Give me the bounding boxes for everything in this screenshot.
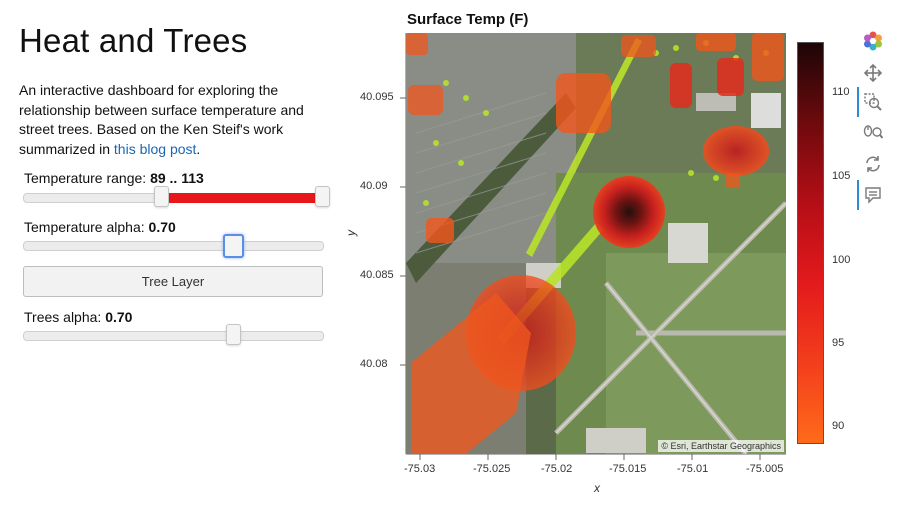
temperature-range-slider[interactable] [23,186,330,207]
page-title: Heat and Trees [19,22,248,59]
heat-hotspot [411,293,531,454]
tree-layer-button[interactable]: Tree Layer [23,266,323,297]
temperature-range-label: Temperature range: 89 .. 113 [24,170,204,186]
heat-hotspot [670,63,692,108]
temperature-range-value: 89 .. 113 [150,170,204,186]
trees-alpha-label: Trees alpha: 0.70 [24,309,133,325]
colorbar-tick: 110 [832,86,850,98]
x-tick-label: -75.005 [746,463,784,475]
y-axis-label: y [344,230,358,236]
heat-hotspot [408,85,443,115]
y-tick-label: 40.09 [360,180,388,192]
temperature-alpha-value: 0.70 [148,219,176,235]
plot-title: Surface Temp (F) [407,11,529,28]
heat-hotspot [703,126,769,176]
heat-hotspot [696,33,736,51]
hover-icon[interactable] [863,185,883,205]
blog-post-link[interactable]: this blog post [114,141,197,157]
colorbar-tick: 105 [832,170,851,182]
trees-alpha-handle[interactable] [226,324,241,345]
control-panel: Heat and Trees An interactive dashboard … [0,0,345,510]
temperature-range-low-handle[interactable] [154,186,169,207]
description-end: . [196,140,201,157]
active-tool-indicator [857,180,859,210]
active-tool-indicator [857,87,859,117]
temperature-range-high-handle[interactable] [315,186,330,207]
x-tick-label: -75.02 [541,463,573,475]
temperature-heatmap [406,33,784,454]
heat-hotspot [717,58,744,96]
map-attribution[interactable]: © Esri, Earthstar Geographics [658,440,784,452]
wheel-zoom-icon[interactable] [863,123,883,143]
x-tick-label: -75.015 [609,463,647,475]
colorbar-tick: 95 [832,337,845,349]
map-plot[interactable]: © Esri, Earthstar Geographics [406,33,786,454]
heat-hotspot [556,73,611,133]
heat-hotspot [593,176,665,248]
description: An interactive dashboard for exploring t… [19,81,339,159]
reset-icon[interactable] [863,154,883,174]
box-zoom-icon[interactable] [863,92,883,112]
x-axis-label: x [594,481,600,495]
colorbar-tick: 100 [832,254,851,266]
heat-hotspot [426,218,454,243]
heat-hotspot [621,35,656,57]
temperature-alpha-handle[interactable] [223,234,244,258]
heat-hotspot [752,33,784,81]
x-tick-label: -75.025 [473,463,511,475]
heat-hotspot [726,173,740,188]
colorbar [797,42,824,444]
pan-icon[interactable] [863,63,883,83]
trees-alpha-slider[interactable] [23,324,324,345]
temperature-range-fill [160,193,322,203]
y-tick-label: 40.095 [360,91,394,103]
x-tick-label: -75.01 [677,463,709,475]
temperature-alpha-label: Temperature alpha: 0.70 [24,219,176,235]
x-tick-label: -75.03 [404,463,436,475]
y-tick-label: 40.08 [360,358,388,370]
temperature-alpha-slider[interactable] [23,234,324,258]
bokeh-logo-icon[interactable] [863,31,883,51]
colorbar-tick: 90 [832,420,845,432]
heat-hotspot [406,33,428,55]
trees-alpha-value: 0.70 [105,309,133,325]
y-tick-label: 40.085 [360,269,394,281]
